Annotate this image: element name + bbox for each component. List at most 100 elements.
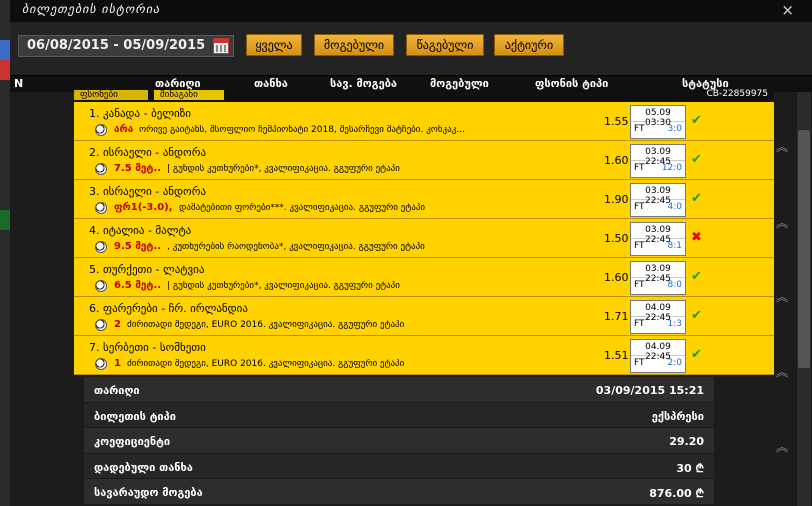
check-icon: ✔	[691, 191, 702, 206]
filter-active-button[interactable]: აქტიური	[494, 34, 564, 56]
filter-bar: 06/08/2015 - 05/09/2015 ყველა მოგებული წ…	[10, 22, 812, 76]
vertical-scrollbar[interactable]	[797, 92, 811, 506]
football-icon	[95, 319, 107, 331]
bet-description: ძირითადი შედეგი, EURO 2016. კვალიფიკაცია…	[127, 359, 405, 369]
match-name: 1. კანადა - ბელიზი	[89, 107, 191, 120]
match-name: 3. ისრაელი - ანდორა	[89, 185, 207, 198]
bet-row: 3. ისრაელი - ანდორა ფრ1(-3.0), დამატებითი …	[74, 180, 774, 219]
scroll-up-icon[interactable]: ︽	[776, 438, 788, 455]
filter-all-button[interactable]: ყველა	[246, 34, 302, 56]
match-datetime: 04.09 22:45	[631, 301, 685, 323]
summary-list: თარიღი 03/09/2015 15:21 ბილეთის ტიპი ექსპრე…	[84, 377, 714, 505]
bet-odd: 1.60	[604, 271, 629, 284]
bet-row: 2. ისრაელი - ანდორა 7.5 მეტ.. | გუნდის კუთ…	[74, 141, 774, 180]
bet-pick: 2	[114, 319, 121, 330]
summary-value: ექსპრესი	[651, 409, 704, 423]
match-datetime: 03.09 22:45	[631, 145, 685, 167]
summary-row: ბილეთის ტიპი ექსპრესი	[84, 402, 714, 428]
check-icon: ✔	[691, 152, 702, 167]
col-number[interactable]: N	[14, 77, 23, 90]
match-score: 12:0	[661, 163, 682, 173]
bet-description: ორივე გაიტანს, მსოფლიო ჩემპიონატი 2018, …	[139, 125, 465, 135]
col-possible-win[interactable]: სავ. მოგება	[330, 77, 397, 90]
modal-title: ბილეთების ისტორია	[22, 2, 161, 16]
summary-value: 30 ₾	[676, 461, 704, 475]
bet-odd: 1.51	[604, 349, 629, 362]
scrollbar-thumb[interactable]	[798, 130, 810, 368]
col-bet-type[interactable]: ფსონის ტიპი	[535, 77, 608, 90]
col-amount[interactable]: თანხა	[254, 77, 288, 90]
match-status: FT	[634, 124, 645, 134]
summary-row: კოეფიციენტი 29.20	[84, 428, 714, 454]
match-name: 2. ისრაელი - ანდორა	[89, 146, 207, 159]
summary-value: 03/09/2015 15:21	[595, 384, 704, 397]
bet-pick: 9.5 მეტ..	[114, 241, 162, 252]
bet-pick: 1	[114, 358, 121, 369]
match-name: 4. იტალია - მალტა	[89, 224, 192, 237]
summary-value: 876.00 ₾	[649, 487, 704, 500]
football-icon	[95, 202, 107, 214]
match-score: 4:0	[667, 202, 682, 212]
date-range-input[interactable]: 06/08/2015 - 05/09/2015	[18, 35, 234, 57]
bet-odd: 1.90	[604, 193, 629, 206]
bet-odd: 1.50	[604, 232, 629, 245]
score-box: 03.09 22:45 FT 8:1	[630, 222, 686, 256]
tab-internal[interactable]: შინაგანი	[154, 90, 224, 100]
score-box: 04.09 22:45 FT 2:0	[630, 339, 686, 373]
bet-row: 6. ფარერები - ჩრ. ირლანდია 2 ძირითადი შედე…	[74, 297, 774, 336]
check-icon: ✔	[691, 113, 702, 128]
tab-bets[interactable]: ფსონები	[74, 90, 148, 100]
background-page-strip	[0, 0, 10, 506]
match-status: FT	[634, 358, 645, 368]
bet-description: | გუნდის კუთხურები*, კვალიფიკაცია. გგუფუ…	[167, 164, 400, 174]
check-icon: ✔	[691, 308, 702, 323]
scroll-up-icon[interactable]: ︽	[776, 138, 788, 155]
check-icon: ✔	[691, 347, 702, 362]
ticket-code: CB-22859975	[706, 89, 768, 99]
bet-row: 1. კანადა - ბელიზი არა ორივე გაიტანს, მსოფ…	[74, 102, 774, 141]
calendar-icon[interactable]	[213, 38, 229, 54]
col-date[interactable]: თარიღი	[155, 77, 201, 90]
score-box: 03.09 22:45 FT 8:0	[630, 261, 686, 295]
close-icon[interactable]: ×	[781, 1, 794, 19]
scroll-up-icon[interactable]: ︽	[776, 214, 788, 231]
background-panel	[0, 210, 10, 230]
scroll-up-icon[interactable]: ︽	[776, 288, 788, 305]
football-icon	[95, 163, 107, 175]
bet-description: ძირითადი შედეგი, EURO 2016. კვალიფიკაცია…	[127, 320, 405, 330]
summary-row: დადებული თანხა 30 ₾	[84, 453, 714, 479]
match-status: FT	[634, 163, 645, 173]
scroll-up-icon[interactable]: ︽	[776, 363, 788, 380]
bet-list: 1. კანადა - ბელიზი არა ორივე გაიტანს, მსოფ…	[74, 102, 774, 375]
score-box: 05.09 03:30 FT 3:0	[630, 105, 686, 139]
match-name: 7. სერბეთი - სომხეთი	[89, 341, 206, 354]
bet-description: დამატებითი ფორები***. კვალიფიკაცია. გგუფ…	[179, 203, 426, 213]
bet-pick: 6.5 მეტ..	[114, 280, 162, 291]
match-datetime: 03.09 22:45	[631, 262, 685, 284]
score-box: 03.09 22:45 FT 12:0	[630, 144, 686, 178]
match-status: FT	[634, 280, 645, 290]
summary-row: თარიღი 03/09/2015 15:21	[84, 377, 714, 403]
match-name: 6. ფარერები - ჩრ. ირლანდია	[89, 302, 248, 315]
col-won[interactable]: მოგებული	[430, 77, 489, 90]
bet-pick: ფრ1(-3.0),	[114, 202, 173, 213]
background-flag-icon	[0, 60, 10, 80]
summary-label: დადებული თანხა	[94, 460, 193, 474]
ticket-detail: ფსონები შინაგანი CB-22859975 1. კანადა -…	[74, 89, 774, 375]
filter-lost-button[interactable]: წაგებული	[406, 34, 484, 56]
bet-description: | გუნდის კუთხურები*, კვალიფიკაცია. გგუფუ…	[167, 281, 400, 291]
score-box: 03.09 22:45 FT 4:0	[630, 183, 686, 217]
modal-titlebar: ბილეთების ისტორია ×	[10, 0, 812, 22]
football-icon	[95, 358, 107, 370]
date-range-value: 06/08/2015 - 05/09/2015	[27, 38, 206, 53]
ticket-summary: თარიღი 03/09/2015 15:21 ბილეთის ტიპი ექსპრე…	[84, 377, 714, 505]
detail-tabs: ფსონები შინაგანი CB-22859975	[74, 89, 774, 102]
match-score: 8:1	[667, 241, 682, 251]
filter-won-button[interactable]: მოგებული	[314, 34, 394, 56]
summary-label: თარიღი	[94, 384, 140, 397]
summary-label: სავარაუდო მოგება	[94, 486, 203, 499]
bet-odd: 1.55	[604, 115, 629, 128]
match-datetime: 04.09 22:45	[631, 340, 685, 362]
summary-row: სავარაუდო მოგება 876.00 ₾	[84, 479, 714, 505]
bet-description: , კუთხურების რაოდენობა*, კვალიფიკაცია. გ…	[167, 242, 425, 252]
